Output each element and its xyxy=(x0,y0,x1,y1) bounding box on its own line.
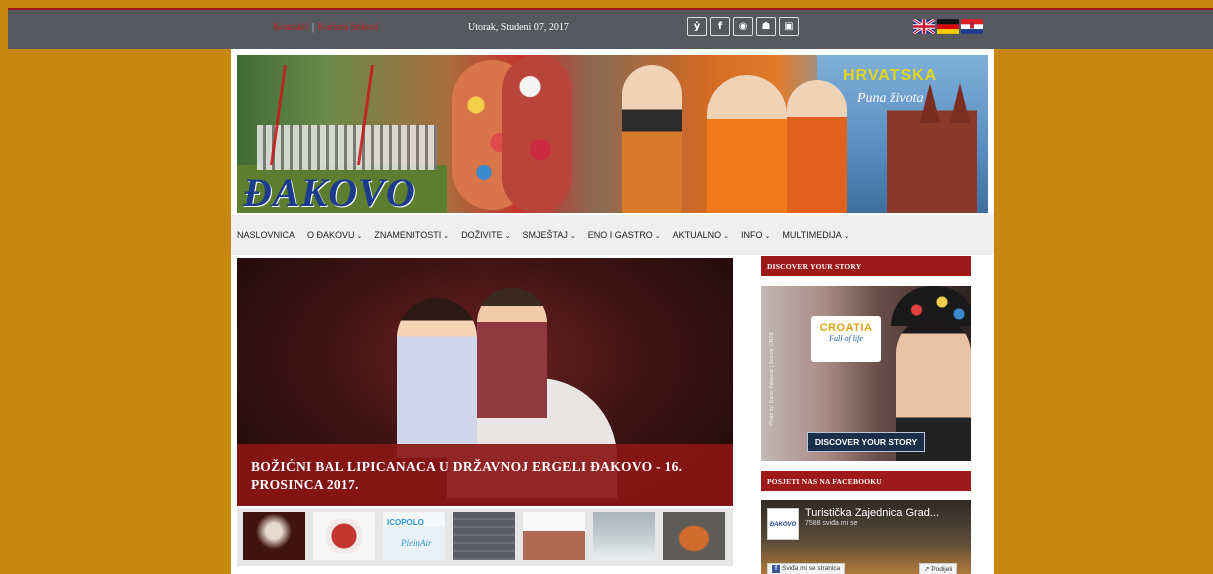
thumbnail-3[interactable]: ICOPOLO PleinAir xyxy=(383,512,445,560)
croatia-tourism-logo: HRVATSKA xyxy=(843,67,938,84)
thumbnail-1[interactable] xyxy=(243,512,305,560)
croatia-ad-logo: CROATIA Full of life xyxy=(811,316,881,362)
chevron-down-icon: ⌄ xyxy=(764,233,771,240)
croatia-ad-banner[interactable]: CROATIA Full of life Photo by: Damir Fab… xyxy=(761,286,971,461)
hr-flag-icon[interactable] xyxy=(961,19,983,34)
chevron-down-icon: ⌄ xyxy=(356,233,363,240)
ad-brand: CROATIA xyxy=(819,322,873,334)
nav-label: ZNAMENITOSTI xyxy=(374,230,442,240)
fb-page-name[interactable]: Turistička Zajednica Grad... xyxy=(805,507,939,519)
thumbnail-4[interactable] xyxy=(453,512,515,560)
hero-rider-left xyxy=(397,298,477,458)
facebook-heading: POSJETI NAS NA FACEBOOKU xyxy=(761,471,971,491)
instagram-icon[interactable]: ▣ xyxy=(779,17,799,36)
uk-flag-icon[interactable] xyxy=(913,19,935,34)
facebook-widget: ĐAKOVO Turistička Zajednica Grad... 7588… xyxy=(761,500,971,574)
nav-label: DOŽIVITE xyxy=(461,230,503,240)
de-flag-icon[interactable] xyxy=(937,19,959,34)
nav-label: INFO xyxy=(741,230,763,240)
header-banner[interactable]: ĐAKOVO HRVATSKA Puna života xyxy=(237,55,988,213)
chevron-down-icon: ⌄ xyxy=(504,233,511,240)
discover-story-button[interactable]: DISCOVER YOUR STORY xyxy=(807,432,925,452)
nav-o-djakovu[interactable]: O ĐAKOVU ⌄ xyxy=(307,230,362,240)
nav-label: O ĐAKOVU xyxy=(307,230,355,240)
ad-slogan: Full of life xyxy=(829,334,863,343)
nav-eno-i-gastro[interactable]: ENO I GASTRO ⌄ xyxy=(588,230,661,240)
nav-label: AKTUALNO xyxy=(672,230,722,240)
slide-thumbnails: ICOPOLO PleinAir xyxy=(237,508,733,566)
nav-dozivite[interactable]: DOŽIVITE ⌄ xyxy=(461,230,510,240)
fb-share-button[interactable]: ↗ Podijeli xyxy=(919,563,958,574)
language-flags xyxy=(913,19,983,34)
site-logo[interactable]: ĐAKOVO xyxy=(243,169,416,213)
thumbnail-subtitle: PleinAir xyxy=(401,538,432,548)
nav-naslovnica[interactable]: NASLOVNICA xyxy=(237,230,295,240)
chevron-down-icon: ⌄ xyxy=(443,233,450,240)
photo-credit: Photo by: Damir Fabijanić | Source: CNTB xyxy=(768,332,775,426)
pinterest-icon[interactable]: ◉ xyxy=(733,17,753,36)
nav-aktualno[interactable]: AKTUALNO ⌄ xyxy=(673,230,729,240)
chevron-down-icon: ⌄ xyxy=(843,233,850,240)
facebook-icon[interactable]: f xyxy=(710,17,730,36)
thumbnail-title: ICOPOLO xyxy=(387,518,424,527)
featured-slide[interactable]: BOŽIĆNI BAL LIPICANACA U DRŽAVNOJ ERGELI… xyxy=(237,258,733,506)
thumbnail-7[interactable] xyxy=(663,512,725,560)
banner-flowers-right xyxy=(502,55,572,213)
fb-likes-count: 7588 sviđa mi se xyxy=(805,520,858,527)
thumbnail-5[interactable] xyxy=(523,512,585,560)
nav-label: SMJEŠTAJ xyxy=(522,230,568,240)
banner-person-2 xyxy=(707,75,787,213)
social-links: ẏ f ◉ ☗ ▣ xyxy=(687,17,799,36)
thumbnail-6[interactable] xyxy=(593,512,655,560)
nav-label: MULTIMEDIJA xyxy=(782,230,842,240)
facebook-icon: f xyxy=(772,565,780,573)
page-container: ĐAKOVO HRVATSKA Puna života NASLOVNICA O… xyxy=(231,49,994,574)
banner-person-1 xyxy=(622,65,682,213)
banner-logo-mark xyxy=(269,65,375,165)
top-bar: Kontakti | Korisni linkovi Utorak, Studeni… xyxy=(8,8,1213,49)
nav-label: NASLOVNICA xyxy=(237,230,296,240)
hero-rider-right xyxy=(477,288,547,418)
top-links: Kontakti | Korisni linkovi xyxy=(273,22,379,33)
nav-label: ENO I GASTRO xyxy=(587,230,653,240)
chevron-down-icon: ⌄ xyxy=(723,233,730,240)
fb-like-button[interactable]: f Sviđa mi se stranica xyxy=(767,563,846,574)
chevron-down-icon: ⌄ xyxy=(569,233,576,240)
useful-links-link[interactable]: Korisni linkovi xyxy=(318,22,379,33)
contact-link[interactable]: Kontakti xyxy=(273,22,308,33)
fb-page-logo[interactable]: ĐAKOVO xyxy=(767,508,799,540)
nav-multimedija[interactable]: MULTIMEDIJA ⌄ xyxy=(782,230,849,240)
youtube-icon[interactable]: ☗ xyxy=(756,17,776,36)
banner-person-3 xyxy=(787,80,847,213)
current-date: Utorak, Studeni 07, 2017 xyxy=(468,22,569,33)
nav-znamenitosti[interactable]: ZNAMENITOSTI ⌄ xyxy=(374,230,449,240)
discover-heading: DISCOVER YOUR STORY xyxy=(761,256,971,276)
tourism-slogan: Puna života xyxy=(857,91,924,106)
fb-like-label: Sviđa mi se stranica xyxy=(782,565,841,572)
nav-info[interactable]: INFO ⌄ xyxy=(741,230,770,240)
banner-spire-right xyxy=(950,83,970,123)
main-navigation: NASLOVNICA O ĐAKOVU ⌄ ZNAMENITOSTI ⌄ DOŽIV… xyxy=(231,215,994,255)
fb-share-label: Podijeli xyxy=(931,566,953,573)
twitter-icon[interactable]: ẏ xyxy=(687,17,707,36)
slide-caption[interactable]: BOŽIĆNI BAL LIPICANACA U DRŽAVNOJ ERGELI… xyxy=(237,444,733,506)
chevron-down-icon: ⌄ xyxy=(654,233,661,240)
nav-smjestaj[interactable]: SMJEŠTAJ ⌄ xyxy=(523,230,576,240)
link-separator: | xyxy=(312,22,315,33)
thumbnail-2[interactable] xyxy=(313,512,375,560)
